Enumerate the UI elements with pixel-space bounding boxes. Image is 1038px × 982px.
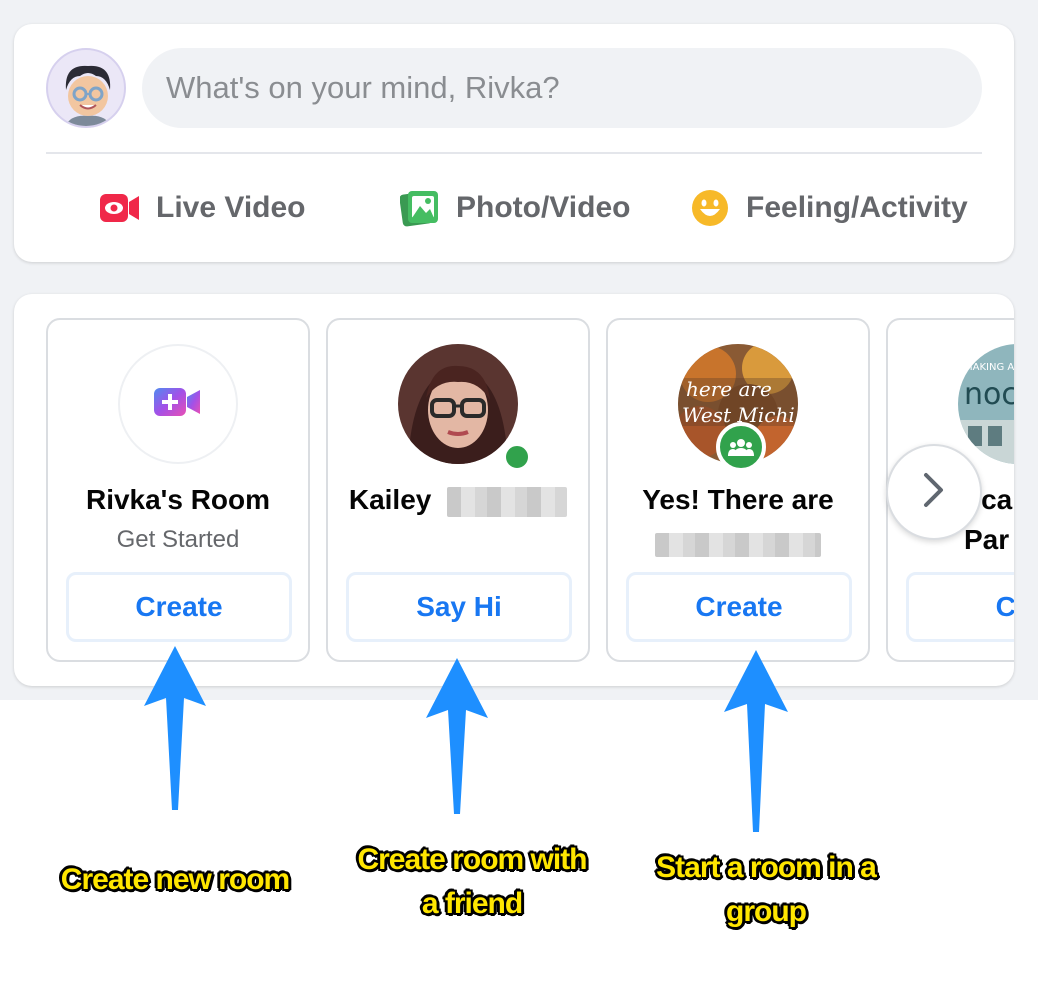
svg-text:noca: noca bbox=[964, 377, 1014, 412]
room-icon-circle bbox=[118, 344, 238, 464]
create-group-room-button[interactable]: Create bbox=[626, 572, 852, 642]
carousel-next-button[interactable] bbox=[886, 444, 982, 540]
group-name: Yes! There are bbox=[642, 484, 834, 515]
feeling-activity-button[interactable]: Feeling/Activity bbox=[688, 186, 968, 230]
room-name: Rivka's Room bbox=[85, 484, 271, 515]
photo-icon bbox=[398, 186, 442, 230]
post-composer: What's on your mind, Rivka? Live Video P… bbox=[14, 24, 1014, 262]
caption-create-new-room: Create new room bbox=[60, 863, 290, 896]
create-room-button[interactable]: Create bbox=[66, 572, 292, 642]
live-video-button[interactable]: Live Video bbox=[98, 186, 306, 230]
photo-video-label: Photo/Video bbox=[456, 191, 631, 224]
live-video-icon bbox=[98, 186, 142, 230]
status-input[interactable]: What's on your mind, Rivka? bbox=[142, 48, 982, 128]
live-video-label: Live Video bbox=[156, 191, 306, 224]
say-hi-button[interactable]: Say Hi bbox=[346, 572, 572, 642]
friend-name: Kailey bbox=[328, 484, 588, 517]
composer-divider bbox=[46, 152, 982, 154]
friend-avatar[interactable] bbox=[398, 344, 518, 464]
svg-text:here are: here are bbox=[686, 377, 772, 401]
group-name-blurred bbox=[608, 530, 868, 558]
arrow-up-icon bbox=[724, 650, 788, 832]
room-tile-group: here are West Michi Yes! There are Creat… bbox=[606, 318, 870, 662]
blurred-group-name bbox=[655, 532, 821, 557]
chevron-right-icon bbox=[922, 471, 946, 514]
arrow-up-icon bbox=[426, 658, 488, 814]
caption-create-with-friend: Create room with a friend bbox=[357, 843, 587, 920]
partial-group-avatar[interactable]: noca MAKING A bbox=[958, 344, 1014, 464]
partial-create-button[interactable]: Cre bbox=[906, 572, 1014, 642]
caption-start-in-group: Start a room in a group bbox=[656, 851, 877, 928]
svg-text:MAKING A: MAKING A bbox=[964, 362, 1014, 373]
video-plus-icon bbox=[154, 387, 202, 422]
friend-first-name: Kailey bbox=[348, 484, 432, 515]
group-icon bbox=[716, 422, 766, 472]
feeling-activity-label: Feeling/Activity bbox=[746, 191, 968, 224]
arrow-up-icon bbox=[144, 646, 206, 810]
room-subtitle: Get Started bbox=[116, 526, 240, 553]
blurred-last-name bbox=[447, 486, 568, 517]
room-tile-friend: Kailey Say Hi bbox=[326, 318, 590, 662]
user-avatar[interactable] bbox=[46, 48, 126, 128]
room-tile-create: Rivka's Room Get Started Create bbox=[46, 318, 310, 662]
online-status-dot bbox=[502, 442, 532, 472]
feeling-icon bbox=[688, 186, 732, 230]
photo-video-button[interactable]: Photo/Video bbox=[398, 186, 630, 230]
rooms-carousel: Rivka's Room Get Started Create Kailey S… bbox=[14, 294, 1014, 686]
